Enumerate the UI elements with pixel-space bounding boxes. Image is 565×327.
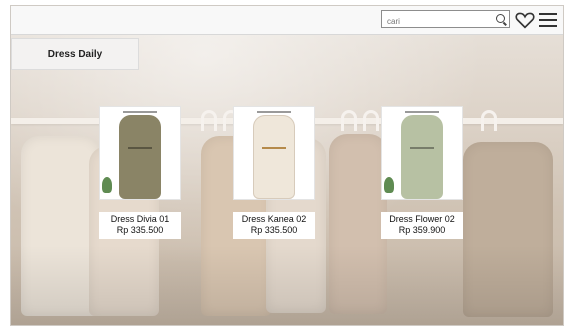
search-icon[interactable] [496, 14, 505, 23]
hanger-line [405, 111, 439, 113]
hanger-hook [481, 110, 497, 131]
product-label[interactable]: Dress Kanea 02 Rp 335.500 [233, 212, 315, 239]
dress-belt [262, 147, 286, 149]
hanger-line [123, 111, 157, 113]
product-price: Rp 359.900 [398, 225, 446, 235]
product-image[interactable] [233, 106, 315, 200]
search-box[interactable] [381, 10, 510, 30]
product-price: Rp 335.500 [116, 225, 164, 235]
floor-shadow [11, 245, 563, 325]
product-image[interactable] [381, 106, 463, 200]
heart-icon[interactable] [515, 11, 535, 29]
category-title: Dress Daily [47, 48, 103, 60]
dress-figure [119, 115, 161, 199]
menu-icon[interactable] [539, 13, 557, 27]
hanger-hook [341, 110, 357, 131]
product-image[interactable] [99, 106, 181, 200]
hanger-line [257, 111, 291, 113]
plant-decoration [102, 177, 112, 193]
hanger-hook [363, 110, 379, 131]
product-name: Dress Divia 01 [110, 214, 170, 224]
plant-decoration [384, 177, 394, 193]
hanger-hook [201, 110, 217, 131]
product-card[interactable]: Dress Flower 02 Rp 359.900 [381, 106, 463, 239]
product-card[interactable]: Dress Kanea 02 Rp 335.500 [233, 106, 315, 239]
product-name: Dress Flower 02 [389, 214, 455, 224]
product-label[interactable]: Dress Flower 02 Rp 359.900 [381, 212, 463, 239]
app-frame: Dress Daily Dress Divia 01 Rp 335.500 Dr… [10, 5, 564, 326]
dress-figure [401, 115, 443, 199]
category-tab[interactable]: Dress Daily [11, 38, 139, 70]
product-price: Rp 335.500 [250, 225, 298, 235]
dress-belt [410, 147, 434, 149]
product-label[interactable]: Dress Divia 01 Rp 335.500 [99, 212, 181, 239]
search-input[interactable] [382, 13, 487, 30]
dress-belt [128, 147, 152, 149]
top-bar [11, 6, 563, 35]
product-name: Dress Kanea 02 [241, 214, 307, 224]
dress-figure [253, 115, 295, 199]
product-card[interactable]: Dress Divia 01 Rp 335.500 [99, 106, 181, 239]
